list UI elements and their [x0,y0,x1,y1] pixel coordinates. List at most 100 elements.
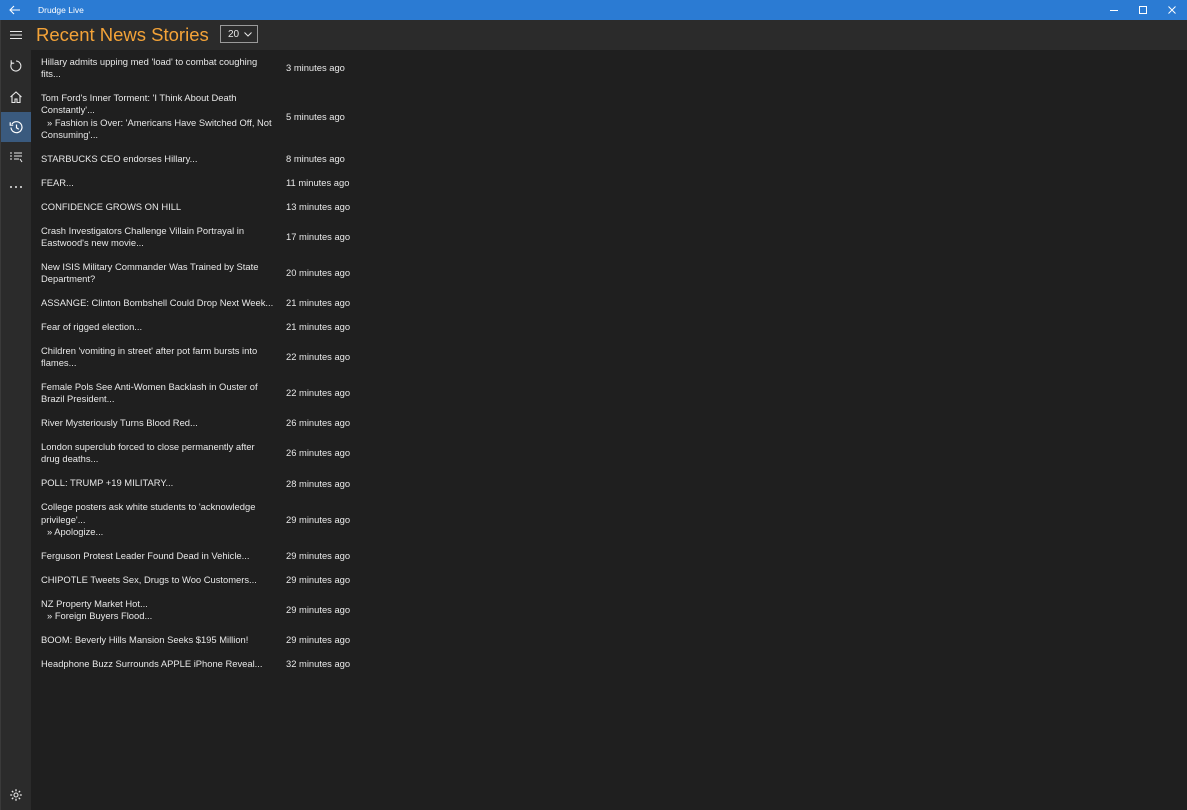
story-row[interactable]: New ISIS Military Commander Was Trained … [41,261,381,286]
story-time: 26 minutes ago [286,417,351,429]
sidebar-item-settings[interactable] [1,780,31,810]
story-time: 8 minutes ago [286,153,345,165]
story-row[interactable]: BOOM: Beverly Hills Mansion Seeks $195 M… [41,634,381,646]
story-time: 5 minutes ago [286,110,345,122]
story-time: 29 minutes ago [286,603,351,615]
story-headline-line: FEAR... [41,176,74,188]
story-headline[interactable]: New ISIS Military Commander Was Trained … [41,261,273,286]
story-headline-line: privilege'... [41,513,86,525]
story-headline-line: Constantly'... [41,104,95,116]
story-headline[interactable]: Fear of rigged election... [41,321,273,333]
story-headline[interactable]: Children 'vomiting in street' after pot … [41,345,273,370]
story-row[interactable]: Children 'vomiting in street' after pot … [41,345,381,370]
story-headline[interactable]: FEAR... [41,177,273,189]
story-headline-line: Eastwood's new movie... [41,236,144,248]
story-headline-line: Crash Investigators Challenge Villain Po… [41,224,245,236]
story-count-select[interactable]: 20 [220,25,258,43]
story-row[interactable]: Hillary admits upping med 'load' to comb… [41,56,381,81]
story-headline[interactable]: Ferguson Protest Leader Found Dead in Ve… [41,550,273,562]
close-button[interactable] [1157,0,1186,20]
story-headline[interactable]: River Mysteriously Turns Blood Red... [41,417,273,429]
story-row[interactable]: NZ Property Market Hot...» Foreign Buyer… [41,598,381,623]
story-headline[interactable]: CHIPOTLE Tweets Sex, Drugs to Woo Custom… [41,574,273,586]
story-headline-line: Headphone Buzz Surrounds APPLE iPhone Re… [41,657,263,669]
story-headline[interactable]: NZ Property Market Hot...» Foreign Buyer… [41,598,273,623]
story-row[interactable]: CONFIDENCE GROWS ON HILL 13 minutes ago [41,201,381,213]
story-headline-line: Tom Ford's Inner Torment: 'I Think About… [41,92,237,104]
story-headline-line: Female Pols See Anti-Women Backlash in O… [41,381,258,393]
story-headline-line: » Fashion is Over: 'Americans Have Switc… [47,116,272,128]
story-row[interactable]: POLL: TRUMP +19 MILITARY... 28 minutes ag… [41,477,381,489]
story-time: 20 minutes ago [286,267,351,279]
story-headline-line: drug deaths... [41,453,99,465]
story-headline-line: Brazil President... [41,393,115,405]
story-headline[interactable]: Female Pols See Anti-Women Backlash in O… [41,381,273,406]
story-headline-line: ASSANGE: Clinton Bombshell Could Drop Ne… [41,297,274,309]
sidebar-item-recent[interactable] [1,112,31,142]
story-headline-line: New ISIS Military Commander Was Trained … [41,260,259,272]
story-time: 32 minutes ago [286,657,351,669]
story-row[interactable]: River Mysteriously Turns Blood Red... 26 … [41,417,381,429]
story-time: 29 minutes ago [286,549,351,561]
back-button[interactable] [0,0,30,20]
gear-icon [10,789,22,801]
story-headline[interactable]: ASSANGE: Clinton Bombshell Could Drop Ne… [41,297,273,309]
sidebar-item-menu[interactable] [1,20,31,50]
story-headline[interactable]: STARBUCKS CEO endorses Hillary... [41,153,273,165]
chevron-down-icon [244,32,252,37]
story-headline-line: Children 'vomiting in street' after pot … [41,344,258,356]
minimize-button[interactable] [1099,0,1128,20]
story-time: 21 minutes ago [286,297,351,309]
story-headline-line: BOOM: Beverly Hills Mansion Seeks $195 M… [41,633,249,645]
refresh-icon [10,60,22,72]
story-time: 11 minutes ago [286,177,350,189]
story-headline-line: NZ Property Market Hot... [41,597,148,609]
story-row[interactable]: ASSANGE: Clinton Bombshell Could Drop Ne… [41,297,381,309]
story-row[interactable]: Crash Investigators Challenge Villain Po… [41,225,381,250]
sidebar-item-more[interactable] [1,172,31,202]
story-headline[interactable]: London superclub forced to close permane… [41,441,273,466]
history-icon [9,120,23,133]
story-headline-line: POLL: TRUMP +19 MILITARY... [41,477,174,489]
story-headline[interactable]: College posters ask white students to 'a… [41,501,273,538]
story-headline[interactable]: CONFIDENCE GROWS ON HILL [41,201,273,213]
story-headline-line: Consuming'... [41,129,99,141]
story-time: 29 minutes ago [286,513,351,525]
story-time: 28 minutes ago [286,477,351,489]
title-bar: Drudge Live [0,0,1187,20]
story-headline[interactable]: Hillary admits upping med 'load' to comb… [41,56,273,81]
story-row[interactable]: London superclub forced to close permane… [41,441,381,466]
story-row[interactable]: Ferguson Protest Leader Found Dead in Ve… [41,550,381,562]
maximize-icon [1138,6,1147,14]
story-headline-line: » Foreign Buyers Flood... [47,609,153,621]
story-headline[interactable]: Tom Ford's Inner Torment: 'I Think About… [41,92,273,141]
story-headline-line: Fear of rigged election... [41,321,143,332]
story-time: 3 minutes ago [286,62,345,74]
story-headline[interactable]: POLL: TRUMP +19 MILITARY... [41,477,273,489]
more-icon [10,186,22,188]
story-row[interactable]: Fear of rigged election... 21 minutes ago [41,321,381,333]
story-row[interactable]: CHIPOTLE Tweets Sex, Drugs to Woo Custom… [41,574,381,586]
story-headline-line: Ferguson Protest Leader Found Dead in Ve… [41,549,250,561]
story-headline[interactable]: Crash Investigators Challenge Villain Po… [41,225,273,250]
story-row[interactable]: FEAR... 11 minutes ago [41,177,381,189]
maximize-button[interactable] [1128,0,1157,20]
story-row[interactable]: College posters ask white students to 'a… [41,501,381,538]
sidebar-item-list[interactable] [1,142,31,172]
story-row[interactable]: Female Pols See Anti-Women Backlash in O… [41,381,381,406]
story-time: 17 minutes ago [286,230,351,242]
story-time: 22 minutes ago [286,351,351,363]
story-time: 21 minutes ago [286,321,351,333]
story-headline-line: CHIPOTLE Tweets Sex, Drugs to Woo Custom… [41,573,257,585]
story-row[interactable]: STARBUCKS CEO endorses Hillary... 8 minut… [41,153,381,165]
minimize-icon [1109,10,1118,11]
home-icon [10,91,22,104]
story-headline[interactable]: BOOM: Beverly Hills Mansion Seeks $195 M… [41,634,273,646]
story-row[interactable]: Tom Ford's Inner Torment: 'I Think About… [41,92,381,141]
sidebar-item-home[interactable] [1,82,31,112]
story-headline[interactable]: Headphone Buzz Surrounds APPLE iPhone Re… [41,658,273,670]
sidebar-item-refresh[interactable] [1,51,31,81]
header-bar: Recent News Stories 20 [31,20,1187,50]
story-time: 29 minutes ago [286,573,351,585]
story-row[interactable]: Headphone Buzz Surrounds APPLE iPhone Re… [41,658,381,670]
